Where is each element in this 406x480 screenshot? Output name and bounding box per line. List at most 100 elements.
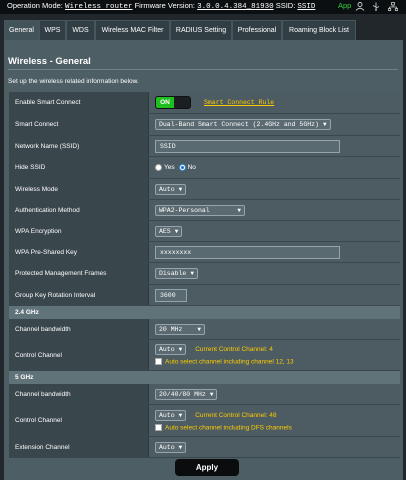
row-24-channel-bandwidth: Channel bandwidth 20 MHz ▼ [9, 319, 400, 340]
toggle-on-label: ON [156, 97, 174, 108]
select-value: Auto [159, 346, 175, 354]
chevron-down-icon: ▼ [178, 346, 183, 354]
bandwidth-5-select[interactable]: 20/40/80 MHz ▼ [155, 388, 218, 400]
apply-button[interactable]: Apply [175, 459, 239, 476]
authentication-select[interactable]: WPA2-Personal ▼ [155, 204, 245, 216]
row-label: WPA Pre-Shared Key [9, 242, 149, 262]
row-label: Protected Management Frames [9, 263, 149, 284]
tab-radius-setting[interactable]: RADIUS Setting [170, 20, 232, 40]
firmware-label: Firmware Version: [134, 1, 196, 10]
row-label: Enable Smart Connect [9, 92, 149, 113]
radio-label: Yes [164, 164, 175, 171]
top-status-bar: Operation Mode: Wireless router Firmware… [0, 0, 406, 14]
chevron-down-icon: ▼ [178, 443, 183, 451]
row-extension-channel: Extension Channel Auto ▼ [9, 437, 400, 458]
row-wpa-encryption: WPA Encryption AES ▼ [9, 221, 400, 242]
select-value: 20 MHz [159, 325, 183, 333]
row-label: Authentication Method [9, 200, 149, 220]
row-5-channel-bandwidth: Channel bandwidth 20/40/80 MHz ▼ [9, 384, 400, 405]
chevron-down-icon: ▼ [197, 325, 201, 333]
smart-connect-rule-link[interactable]: Smart Connect Rule [204, 99, 274, 106]
page-description: Set up the wireless related information … [8, 78, 139, 85]
row-label: Wireless Mode [9, 179, 149, 199]
auto-select-dfs-checkbox[interactable] [155, 423, 162, 431]
select-value: Auto [159, 185, 175, 193]
row-24-control-channel: Control Channel Auto ▼ Current Control C… [9, 340, 400, 371]
row-authentication-method: Authentication Method WPA2-Personal ▼ [9, 200, 400, 221]
row-label: Control Channel [9, 340, 149, 370]
row-wireless-mode: Wireless Mode Auto ▼ [9, 179, 400, 200]
extension-channel-select[interactable]: Auto ▼ [155, 441, 187, 453]
row-label: Extension Channel [9, 437, 149, 457]
section-2-4ghz-header: 2.4 GHz [9, 306, 400, 319]
row-hide-ssid: Hide SSID Yes No [9, 157, 400, 179]
current-control-channel-5: Current Control Channel: 48 [195, 411, 277, 419]
radio-label: No [187, 164, 196, 171]
chevron-down-icon: ▼ [174, 227, 179, 235]
ssid-label: SSID: [275, 1, 296, 10]
section-5ghz-header: 5 GHz [9, 371, 400, 384]
row-group-key-rotation: Group Key Rotation Interval 3600 [9, 285, 400, 306]
tab-wireless-mac-filter[interactable]: Wireless MAC Filter [95, 20, 170, 40]
row-5-control-channel: Control Channel Auto ▼ Current Control C… [9, 405, 400, 437]
row-smart-connect-mode: Smart Connect Dual-Band Smart Connect (2… [9, 114, 400, 136]
row-label: Group Key Rotation Interval [9, 285, 149, 305]
row-wpa-psk: WPA Pre-Shared Key xxxxxxxx [9, 242, 400, 263]
pmf-select[interactable]: Disable ▼ [155, 268, 198, 279]
radio-dot [155, 164, 162, 171]
tab-general[interactable]: General [4, 20, 39, 40]
row-enable-smart-connect: Enable Smart Connect ON Smart Connect Ru… [9, 92, 400, 114]
usb-icon[interactable] [371, 2, 381, 11]
network-icon[interactable] [388, 2, 398, 11]
ssid-link[interactable]: SSID [297, 3, 315, 11]
row-pmf: Protected Management Frames Disable ▼ [9, 263, 400, 285]
chevron-down-icon: ▼ [322, 121, 327, 128]
tab-wds[interactable]: WDS [66, 20, 95, 40]
hide-ssid-no-radio[interactable]: No [178, 164, 196, 171]
smart-connect-select[interactable]: Dual-Band Smart Connect (2.4GHz and 5GHz… [155, 119, 331, 130]
tab-wps[interactable]: WPS [39, 20, 66, 40]
firmware-link[interactable]: 3.0.0.4.384_81930 [197, 3, 274, 11]
control-channel-24-select[interactable]: Auto ▼ [155, 344, 187, 356]
current-control-channel-24: Current Control Channel: 4 [195, 346, 273, 354]
tab-professional[interactable]: Professional [232, 20, 282, 40]
operation-mode-link[interactable]: Wireless router [65, 3, 133, 11]
select-value: Dual-Band Smart Connect (2.4GHz and 5GHz… [159, 121, 319, 128]
select-value: WPA2-Personal [159, 206, 210, 214]
chevron-down-icon: ▼ [178, 411, 183, 419]
chevron-down-icon: ▼ [209, 390, 214, 398]
row-ssid: Network Name (SSID) SSID [9, 136, 400, 157]
ssid-input[interactable]: SSID [155, 139, 340, 153]
tab-roaming-block-list[interactable]: Roaming Block List [282, 20, 356, 40]
status-info: Operation Mode: Wireless router Firmware… [7, 1, 315, 11]
app-link[interactable]: App [338, 1, 351, 10]
select-value: Disable [159, 270, 187, 277]
row-label: Hide SSID [9, 157, 149, 178]
hide-ssid-yes-radio[interactable]: Yes [155, 164, 175, 171]
row-label: Network Name (SSID) [9, 136, 149, 156]
psk-input[interactable]: xxxxxxxx [155, 245, 340, 259]
rotation-interval-input[interactable]: 3600 [155, 288, 187, 302]
chevron-down-icon: ▼ [178, 185, 183, 193]
checkbox-label: Auto select channel including DFS channe… [165, 424, 292, 432]
checkbox-label: Auto select channel including channel 12… [165, 358, 294, 366]
user-icon[interactable] [355, 2, 365, 11]
control-channel-5-select[interactable]: Auto ▼ [155, 409, 187, 421]
encryption-select[interactable]: AES ▼ [155, 225, 183, 237]
select-value: AES [159, 227, 171, 235]
chevron-down-icon: ▼ [237, 206, 241, 214]
bandwidth-24-select[interactable]: 20 MHz ▼ [155, 323, 205, 335]
select-value: Auto [159, 411, 175, 419]
select-value: 20/40/80 MHz [159, 390, 206, 398]
row-label: Control Channel [9, 405, 149, 436]
operation-mode-label: Operation Mode: [7, 1, 63, 10]
wireless-mode-select[interactable]: Auto ▼ [155, 183, 187, 195]
row-label: Channel bandwidth [9, 319, 149, 339]
radio-dot [178, 164, 186, 171]
title-divider [8, 69, 398, 70]
main-panel: Wireless - General Set up the wireless r… [4, 40, 403, 480]
chevron-down-icon: ▼ [190, 270, 194, 277]
smart-connect-toggle[interactable]: ON [155, 96, 191, 109]
auto-select-12-13-checkbox[interactable] [155, 358, 162, 366]
select-value: Auto [159, 443, 175, 451]
